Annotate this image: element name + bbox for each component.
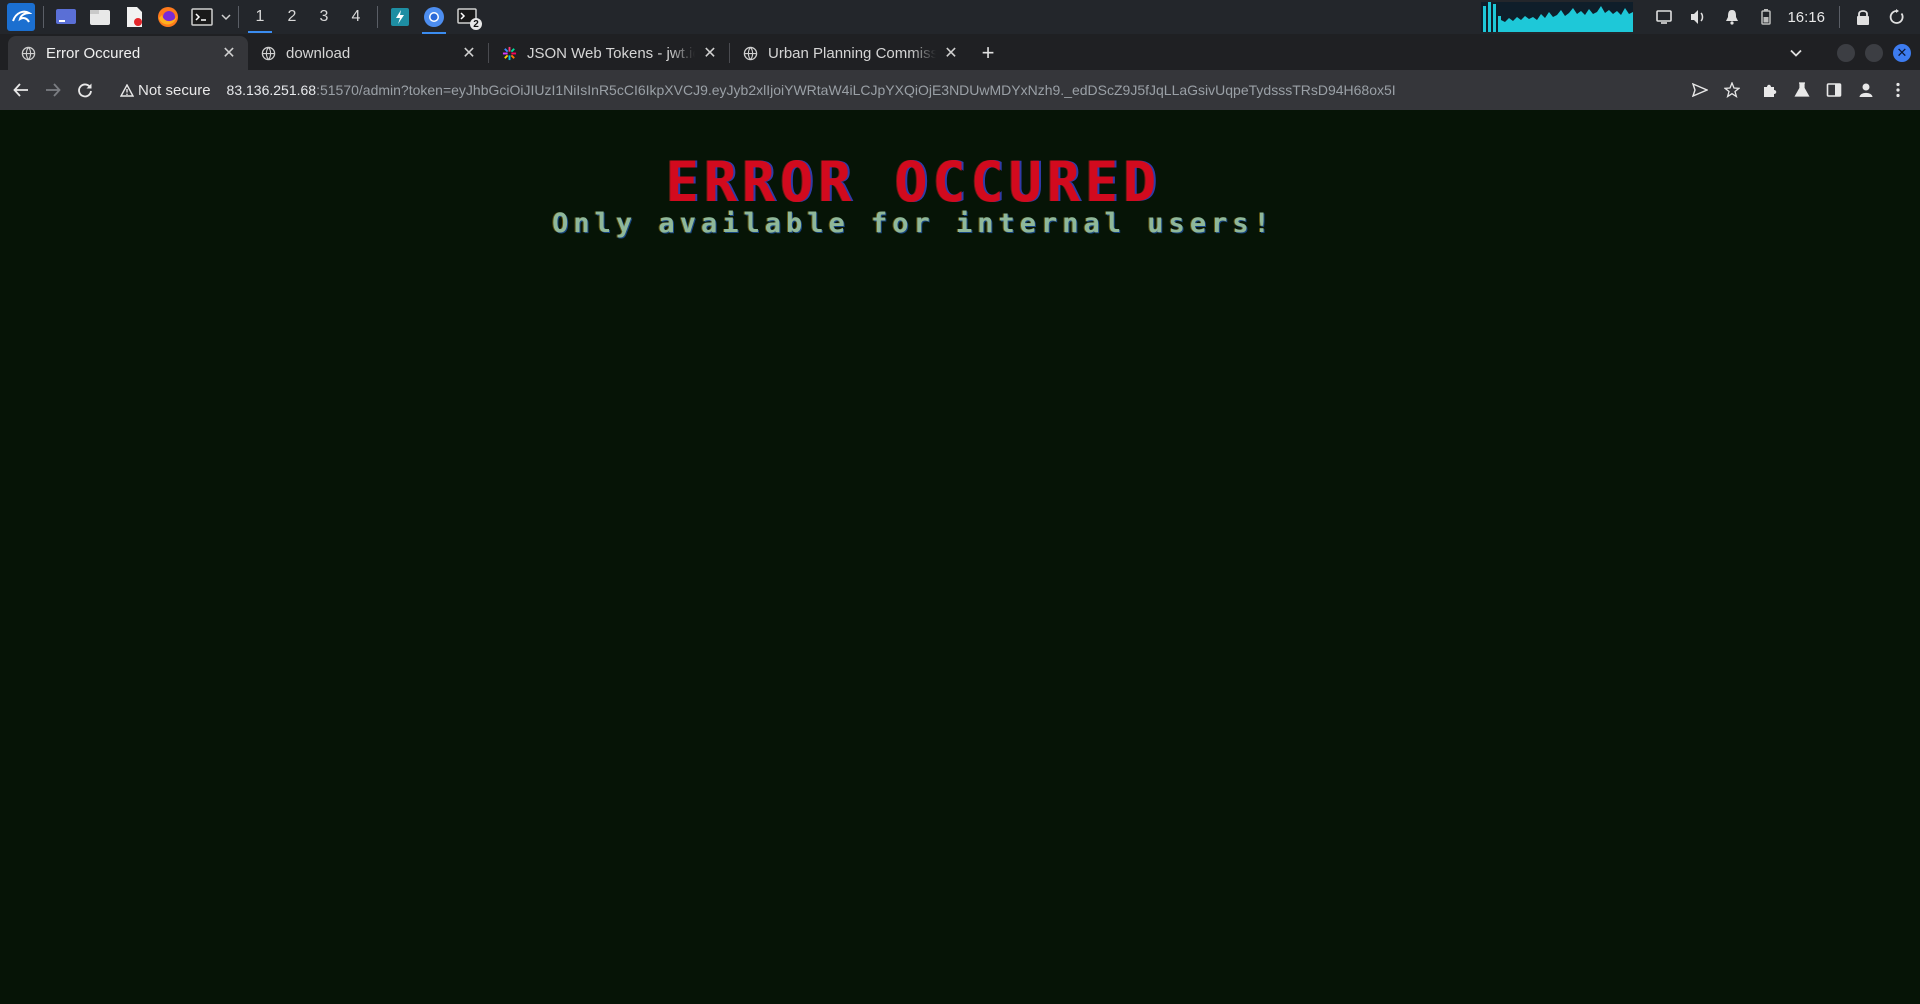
- tab-jwt-io[interactable]: JSON Web Tokens - jwt.io ✕: [489, 36, 729, 70]
- lock-icon[interactable]: [1850, 4, 1876, 30]
- tab-urban-planning[interactable]: Urban Planning Commission ✕: [730, 36, 970, 70]
- tab-title: download: [286, 44, 351, 62]
- chevron-down-icon[interactable]: [219, 3, 233, 31]
- system-tray: 16:16: [1481, 0, 1920, 34]
- globe-icon: [20, 45, 36, 61]
- tab-search-chevron-icon[interactable]: [1782, 39, 1810, 67]
- taskbar-separator: [238, 6, 239, 28]
- taskbar-separator: [377, 6, 378, 28]
- bookmark-star-icon[interactable]: [1717, 75, 1747, 105]
- new-tab-button[interactable]: +: [970, 36, 1006, 70]
- globe-icon: [260, 45, 276, 61]
- taskbar-launchers: 1 2 3 4 2: [0, 0, 485, 34]
- tab-title: JSON Web Tokens - jwt.io: [527, 44, 695, 62]
- forward-arrow-icon: [46, 83, 61, 97]
- minimize-button[interactable]: [1837, 44, 1855, 62]
- file-manager-icon[interactable]: [86, 3, 114, 31]
- close-window-button[interactable]: ✕: [1893, 44, 1911, 62]
- warning-icon: [120, 83, 134, 97]
- desktop-icon[interactable]: [52, 3, 80, 31]
- send-icon[interactable]: [1685, 75, 1715, 105]
- terminal-count-badge: 2: [470, 18, 482, 30]
- omnibox-actions: [1684, 75, 1748, 105]
- globe-icon: [742, 45, 758, 61]
- cpu-graph-bars: [1483, 2, 1634, 32]
- bell-icon[interactable]: [1719, 4, 1745, 30]
- tabstrip-controls: ✕: [1782, 36, 1920, 70]
- taskbar: 1 2 3 4 2 16:16: [0, 0, 1920, 34]
- jwt-logo-icon: [501, 45, 517, 61]
- url-path: :51570/admin?token=eyJhbGciOiJIUzI1NiIsI…: [316, 82, 1396, 98]
- terminal-icon[interactable]: [188, 3, 216, 31]
- taskbar-separator: [43, 6, 44, 28]
- url-host: 83.136.251.68: [226, 82, 317, 98]
- error-message: Only available for internal users!: [552, 208, 1275, 239]
- tab-close-icon[interactable]: ✕: [460, 44, 478, 62]
- kali-menu-icon[interactable]: [7, 3, 35, 31]
- back-arrow-icon: [13, 83, 28, 97]
- extensions-puzzle-icon[interactable]: [1755, 75, 1785, 105]
- text-editor-icon[interactable]: [120, 3, 148, 31]
- reload-icon: [78, 83, 92, 98]
- tab-error-occured[interactable]: Error Occured ✕: [8, 36, 248, 70]
- workspace-2[interactable]: 2: [276, 0, 308, 34]
- tab-close-icon[interactable]: ✕: [942, 44, 960, 62]
- tab-title: Error Occured: [46, 44, 141, 62]
- clock[interactable]: 16:16: [1787, 9, 1825, 26]
- security-indicator[interactable]: Not secure: [120, 82, 211, 99]
- workspace-4[interactable]: 4: [340, 0, 372, 34]
- profile-avatar-icon[interactable]: [1851, 75, 1881, 105]
- burp-icon[interactable]: [386, 3, 414, 31]
- volume-icon[interactable]: [1685, 4, 1711, 30]
- workspace-1[interactable]: 1: [244, 0, 276, 34]
- back-button[interactable]: [6, 75, 36, 105]
- lab-flask-icon[interactable]: [1787, 75, 1817, 105]
- side-panel-icon[interactable]: [1819, 75, 1849, 105]
- maximize-button[interactable]: [1865, 44, 1883, 62]
- browser-toolbar: Not secure 83.136.251.68:51570/admin?tok…: [0, 70, 1920, 110]
- firefox-icon[interactable]: [154, 3, 182, 31]
- tab-download[interactable]: download ✕: [248, 36, 488, 70]
- page-viewport: ERROR OCCURED Only available for interna…: [0, 110, 1920, 1004]
- error-heading: ERROR OCCURED: [665, 150, 1162, 214]
- address-bar[interactable]: Not secure 83.136.251.68:51570/admin?tok…: [110, 74, 1748, 106]
- cpu-usage-graph: [1481, 2, 1634, 32]
- tab-close-icon[interactable]: ✕: [220, 44, 238, 62]
- chromium-icon[interactable]: [420, 3, 448, 34]
- terminal-badge-icon[interactable]: 2: [454, 3, 482, 31]
- not-secure-label: Not secure: [138, 81, 211, 99]
- workspace-3[interactable]: 3: [308, 0, 340, 34]
- tab-close-icon[interactable]: ✕: [701, 44, 719, 62]
- tab-title: Urban Planning Commission: [768, 44, 936, 62]
- browser-tab-strip: Error Occured ✕ download ✕ JSON Web Toke…: [0, 34, 1920, 70]
- reload-button[interactable]: [70, 75, 100, 105]
- display-icon[interactable]: [1651, 4, 1677, 30]
- power-icon[interactable]: [1884, 4, 1910, 30]
- tray-separator: [1839, 6, 1840, 28]
- url-text[interactable]: 83.136.251.68:51570/admin?token=eyJhbGci…: [227, 82, 1684, 98]
- forward-button[interactable]: [38, 75, 68, 105]
- battery-icon[interactable]: [1753, 4, 1779, 30]
- menu-kebab-icon[interactable]: [1883, 75, 1913, 105]
